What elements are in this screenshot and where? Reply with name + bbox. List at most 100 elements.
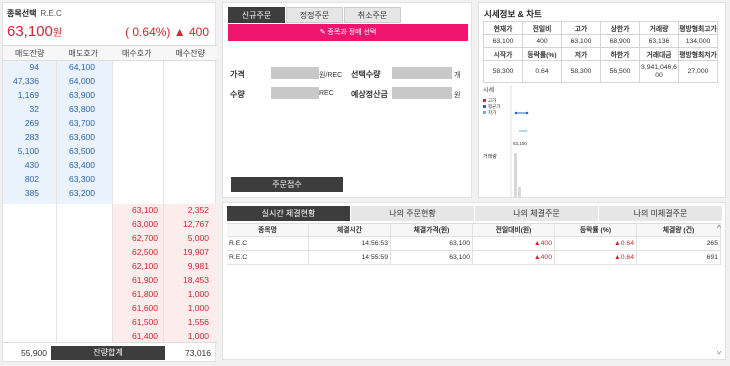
bid-qty: 2,352 [187,205,209,215]
price-chart: 시세 고가 평균가 저가 63,100 거래량 [483,85,529,197]
qty-label: 수량 [230,90,245,99]
order-form-panel: 신규주문 정정주문 취소주문 ✎ 종목과 정매 선택 가격 원/REC 수량 R… [222,2,472,198]
market-info-panel: 시세정보 & 차트 현재가 전일비 고가 상한가 거래량 평방형최고가 63,1… [478,2,726,198]
ask-price[interactable]: 64,000 [57,75,95,89]
current-price: 63,100원 [7,23,63,40]
chart-label-volume: 거래량 [483,153,497,160]
bid-price[interactable]: 63,100 [116,204,158,218]
tab-cancel-order[interactable]: 취소주문 [344,7,401,23]
bid-price[interactable]: 63,000 [116,218,158,232]
price-input[interactable] [271,67,319,79]
bid-price[interactable]: 61,600 [116,302,158,316]
chart-price-label: 63,100 [513,141,527,146]
expected-amount-field [392,87,452,99]
ask-price[interactable]: 63,800 [57,103,95,117]
trade-row[interactable]: R.E.C 14:56:53 63,100 ▲400 ▲0.64 265 [227,237,721,251]
avg-price-point [525,111,529,115]
orderbook-header: 매도잔량 매도호가 매수호가 매수잔량 [3,45,217,61]
tab-new-order[interactable]: 신규주문 [228,7,285,23]
bid-qty: 1,556 [187,317,209,328]
trades-panel: 실시간 체결현황 나의 주문현황 나의 체결주문 나의 미체결주문 종목명 체결… [222,202,726,360]
select-qty-label: 선택수량 [351,70,381,79]
ask-price[interactable]: 63,200 [57,187,95,201]
ask-qty: 385 [24,188,39,199]
legend-avg-marker [483,105,486,108]
ask-price[interactable]: 63,300 [57,173,95,187]
orderbook-panel: 종목선택 R.E.C 63,100원 ( 0.64%) ▲ 400 매도잔량 매도… [2,2,217,362]
ask-price[interactable]: 63,500 [57,145,95,159]
legend-high: 고가 [488,97,496,104]
orderbook-body: 94 64,100 47,336 64,000 1,169 63,900 32 63,800 2… [3,61,217,342]
trades-scrollbar[interactable] [716,223,722,357]
bid-qty: 5,000 [187,233,209,244]
tab-my-orders[interactable]: 나의 주문현황 [351,206,475,221]
info-value-row-1: 63,100 400 63,100 68,900 63,136 134,000 [483,34,718,48]
expected-unit: 원 [454,92,461,99]
trades-header: 종목명 체결시간 체결가격(원) 전일대비(원) 등락률 (%) 체결량 (건) [227,223,721,237]
bid-price[interactable]: 62,700 [116,232,158,246]
symbol-selector[interactable]: 종목선택 R.E.C [7,8,62,19]
chart-label-price: 시세 [483,86,494,94]
price-unit: 원/REC [319,72,343,79]
scroll-down-icon[interactable] [716,350,722,355]
orderbook-footer: 55,900 잔량합계 73,016 [3,342,217,362]
info-value-row-2: 58,300 0.64 58,300 56,500 3,941,046,600 … [483,60,718,83]
trade-row[interactable]: R.E.C 14:55:59 63,100 ▲400 ▲0.64 691 [227,251,721,265]
tab-modify-order[interactable]: 정정주문 [286,7,343,23]
market-info-title: 시세정보 & 차트 [484,9,542,19]
price-change: ( 0.64%) ▲ 400 [125,25,209,39]
symbol-name: R.E.C [40,9,62,18]
bid-qty: 1,000 [187,303,209,314]
scroll-up-icon[interactable] [716,224,722,229]
bid-price[interactable]: 61,500 [116,316,158,330]
ask-price[interactable]: 63,400 [57,159,95,173]
ask-qty: 5,100 [17,146,39,157]
tab-my-filled[interactable]: 나의 체결주문 [475,206,599,221]
header-ask-price: 매도호가 [68,49,98,58]
market-info-table: 현재가 전일비 고가 상한가 거래량 평방형최고가 63,100 400 63,… [483,21,718,83]
submit-order-button[interactable]: 주문접수 [231,177,343,192]
qty-unit: REC [319,90,334,97]
select-symbol-button[interactable]: ✎ 종목과 정매 선택 [228,24,468,41]
legend-low: 저가 [488,109,496,116]
ask-qty: 32 [29,104,39,115]
ask-qty: 1,169 [17,90,39,101]
ask-price[interactable]: 63,600 [57,131,95,145]
info-header-row-2: 시작가 등락률(%) 저가 하한가 거래대금 평방형최저가 [483,47,718,61]
header-bid-qty: 매수잔량 [175,49,205,58]
select-qty-unit: 개 [454,72,461,79]
volume-bar [518,187,521,197]
trades-tabs: 실시간 체결현황 나의 주문현황 나의 체결주문 나의 미체결주문 [227,206,723,221]
tab-my-unfilled[interactable]: 나의 미체결주문 [599,206,723,221]
ask-price[interactable]: 63,700 [57,117,95,131]
avg-price-point [514,111,518,115]
bid-qty: 12,767 [183,219,209,230]
legend-high-marker [483,99,486,102]
bid-qty: 9,981 [187,261,209,272]
header-ask-qty: 매도잔량 [15,49,45,58]
info-header-row-1: 현재가 전일비 고가 상한가 거래량 평방형최고가 [483,21,718,35]
bid-qty: 18,453 [183,275,209,286]
bid-qty: 19,907 [183,247,209,258]
total-ask-qty: 55,900 [21,347,47,358]
volume-bar [514,153,517,197]
total-bid-qty: 73,016 [185,347,211,358]
ask-qty: 269 [24,118,39,129]
legend-low-marker [483,111,486,114]
bid-qty: 1,000 [187,289,209,300]
ask-price[interactable]: 63,900 [57,89,95,103]
bid-price[interactable]: 62,100 [116,260,158,274]
price-label: 가격 [230,70,245,79]
ask-qty: 47,336 [13,76,39,87]
select-qty-input[interactable] [392,67,452,79]
symbol-label: 종목선택 [7,9,37,18]
legend-avg: 평균가 [488,103,500,110]
order-tabs: 신규주문 정정주문 취소주문 [228,7,402,23]
qty-input[interactable] [271,87,319,99]
ask-price[interactable]: 64,100 [57,61,95,75]
tab-realtime-trades[interactable]: 실시간 체결현황 [227,206,351,221]
bid-price[interactable]: 62,500 [116,246,158,260]
expected-label: 예상정산금 [351,90,388,99]
bid-price[interactable]: 61,900 [116,274,158,288]
bid-price[interactable]: 61,800 [116,288,158,302]
